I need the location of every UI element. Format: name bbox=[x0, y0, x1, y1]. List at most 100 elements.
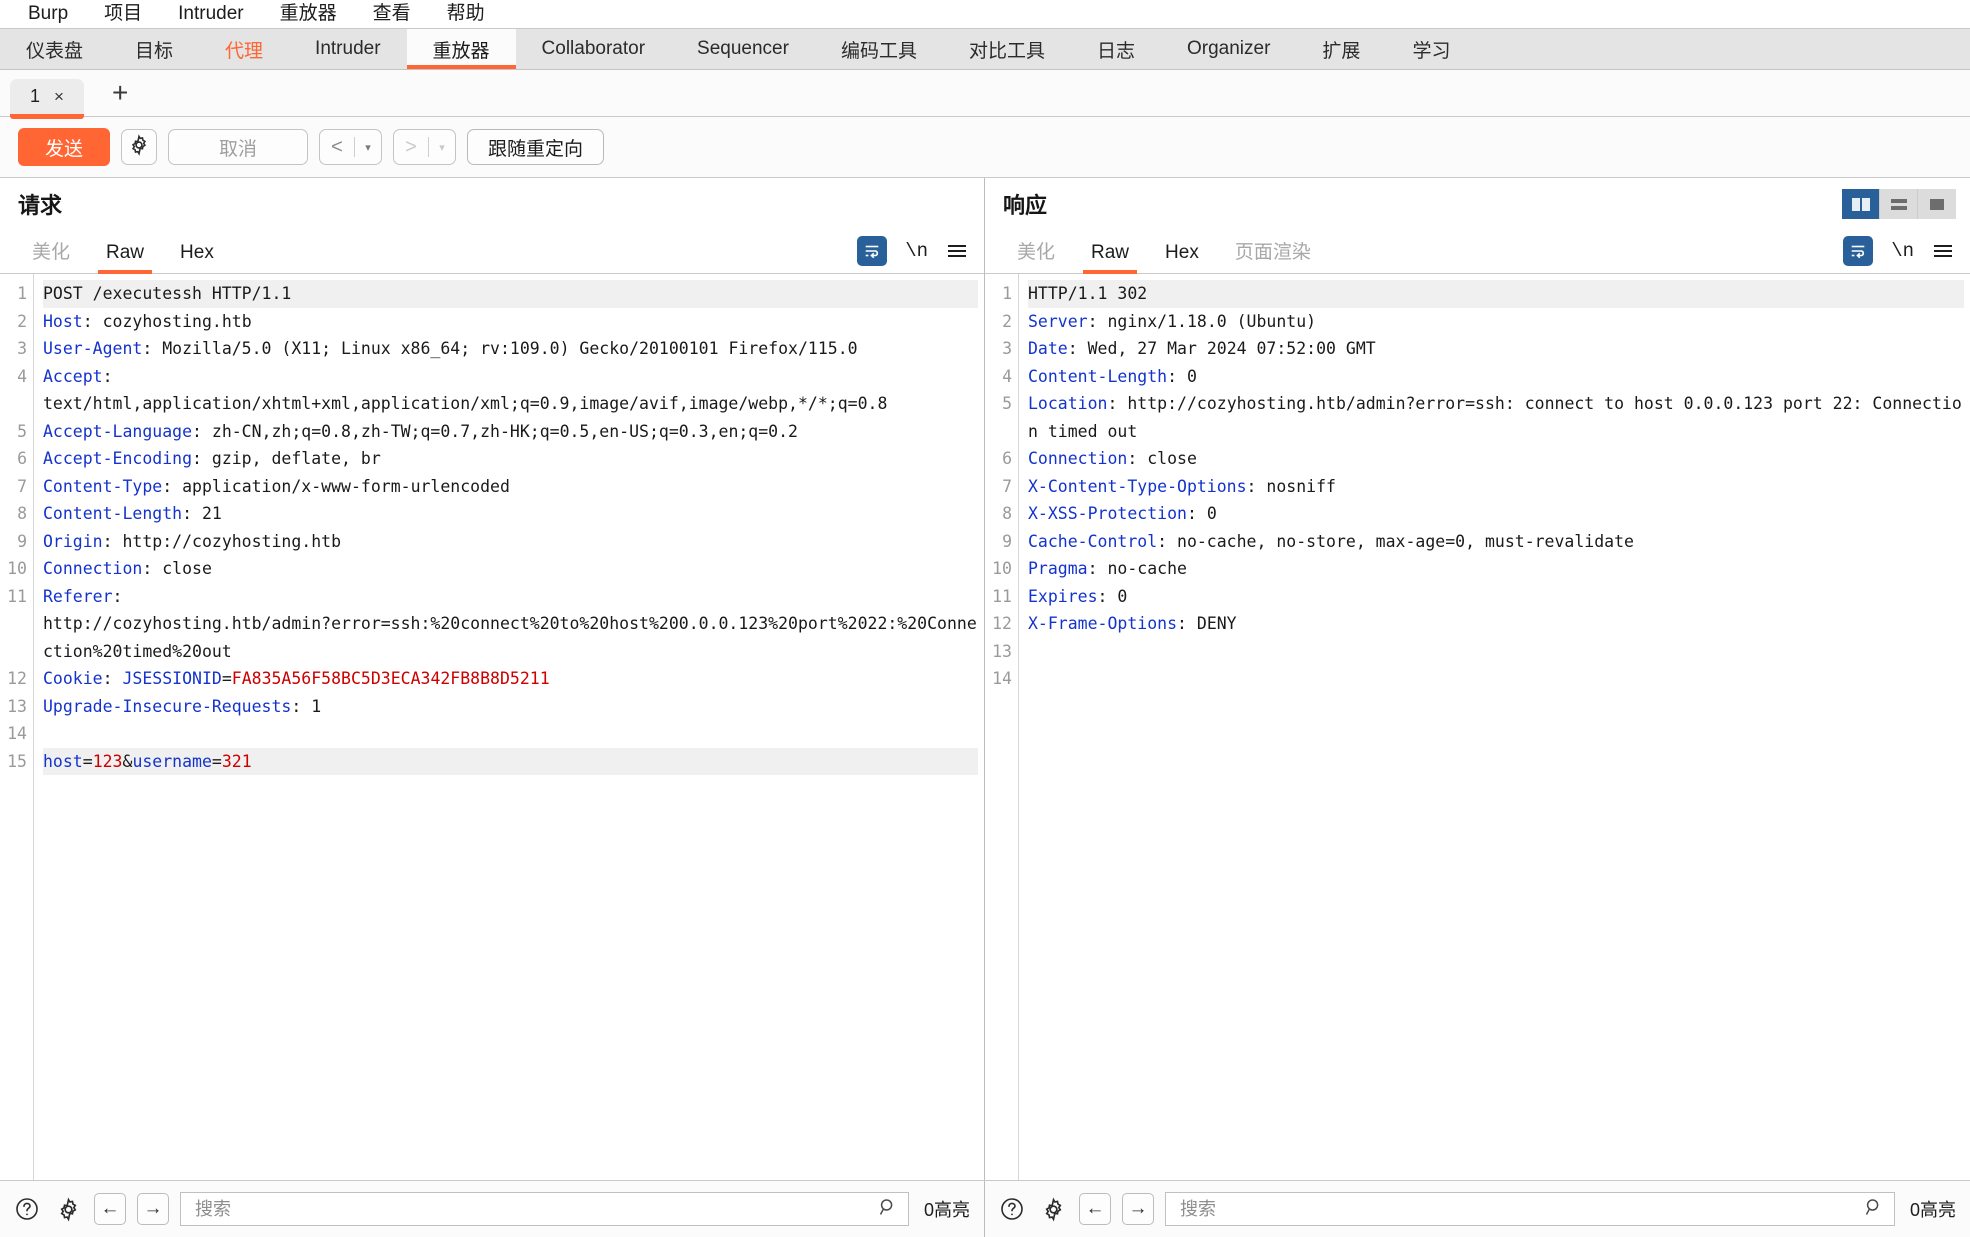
request-tab-Hex[interactable]: Hex bbox=[162, 242, 232, 273]
main-tab-编码工具[interactable]: 编码工具 bbox=[815, 29, 943, 69]
response-line-number: 1 bbox=[1002, 284, 1012, 303]
request-tab-美化[interactable]: 美化 bbox=[14, 237, 88, 273]
word-wrap-icon[interactable] bbox=[857, 236, 888, 266]
response-tab-美化[interactable]: 美化 bbox=[999, 237, 1073, 273]
chevron-right-icon: > bbox=[405, 135, 417, 158]
response-line-number: 13 bbox=[992, 641, 1012, 661]
request-tab-tools: \n bbox=[857, 236, 984, 273]
repeater-tab-strip: 1 × + bbox=[0, 70, 1970, 119]
single-view-button[interactable] bbox=[1918, 189, 1956, 219]
request-pane: 请求 美化 Raw Hex \n 1 2 3 4 5 6 7 8 9 10 11… bbox=[0, 178, 985, 1180]
request-body-text[interactable]: POST /executessh HTTP/1.1 Host: cozyhosti… bbox=[34, 274, 984, 1180]
main-tab-Collaborator[interactable]: Collaborator bbox=[516, 29, 672, 69]
help-icon[interactable] bbox=[997, 1194, 1027, 1224]
main-tab-扩展[interactable]: 扩展 bbox=[1296, 29, 1386, 69]
menu-item-2[interactable]: Intruder bbox=[160, 0, 261, 28]
main-tab-学习[interactable]: 学习 bbox=[1386, 29, 1476, 69]
main-tab-Intruder[interactable]: Intruder bbox=[289, 29, 406, 69]
menu-item-3[interactable]: 重放器 bbox=[262, 0, 355, 28]
history-back-button[interactable]: < ▾ bbox=[319, 129, 382, 165]
response-tab-页面渲染[interactable]: 页面渲染 bbox=[1217, 237, 1329, 273]
request-line-number: 12 bbox=[7, 669, 27, 688]
request-line: Content-Length: 21 bbox=[43, 500, 978, 528]
request-line: Referer: http://cozyhosting.htb/admin?er… bbox=[43, 583, 978, 666]
response-search-box[interactable] bbox=[1165, 1192, 1895, 1226]
request-token-hdr: Origin bbox=[43, 531, 103, 551]
cancel-button[interactable]: 取消 bbox=[168, 129, 308, 165]
response-line: X-Frame-Options: DENY bbox=[1028, 610, 1964, 638]
hamburger-menu-icon[interactable] bbox=[1932, 242, 1954, 260]
request-search-box[interactable] bbox=[180, 1192, 909, 1226]
close-icon[interactable]: × bbox=[54, 87, 64, 107]
chevron-down-icon[interactable]: ▾ bbox=[355, 141, 381, 154]
request-line bbox=[43, 720, 978, 748]
request-editor[interactable]: 1 2 3 4 5 6 7 8 9 10 11 12 13 14 15 POST /executessh H… bbox=[0, 274, 984, 1180]
main-tab-仪表盘[interactable]: 仪表盘 bbox=[0, 29, 109, 69]
response-tab-Hex[interactable]: Hex bbox=[1147, 242, 1217, 273]
response-token-val: : no-cache, no-store, max-age=0, must-re… bbox=[1157, 531, 1634, 551]
side-by-side-view-button[interactable] bbox=[1842, 189, 1880, 219]
response-token-val: : nginx/1.18.0 (Ubuntu) bbox=[1087, 311, 1317, 331]
word-wrap-icon[interactable] bbox=[1843, 236, 1874, 266]
request-tab-Raw[interactable]: Raw bbox=[88, 242, 162, 274]
response-line: X-Content-Type-Options: nosniff bbox=[1028, 473, 1964, 501]
help-icon[interactable] bbox=[12, 1194, 42, 1224]
response-body-text[interactable]: HTTP/1.1 302 Server: nginx/1.18.0 (Ubuntu… bbox=[1019, 274, 1970, 1180]
main-tab-代理[interactable]: 代理 bbox=[199, 29, 289, 69]
menu-item-4[interactable]: 查看 bbox=[355, 0, 429, 28]
request-token-val: : bbox=[102, 669, 123, 688]
response-line: HTTP/1.1 302 bbox=[1028, 280, 1964, 308]
request-title: 请求 bbox=[18, 193, 63, 218]
request-token-hdr: Accept bbox=[43, 366, 103, 386]
main-tab-目标[interactable]: 目标 bbox=[109, 29, 199, 69]
request-settings-button[interactable] bbox=[121, 129, 157, 165]
show-newlines-button[interactable]: \n bbox=[905, 240, 928, 262]
main-tab-对比工具[interactable]: 对比工具 bbox=[943, 29, 1071, 69]
main-tab-Sequencer[interactable]: Sequencer bbox=[671, 29, 815, 69]
request-line-number: 10 bbox=[7, 559, 27, 578]
response-token-hdr: Expires bbox=[1028, 586, 1098, 606]
chevron-down-icon[interactable]: ▾ bbox=[429, 141, 455, 154]
repeater-tab-1[interactable]: 1 × bbox=[10, 78, 84, 119]
request-line: Cookie: JSESSIONID=FA835A56F58BC5D3ECA34… bbox=[43, 665, 978, 693]
stacked-view-button[interactable] bbox=[1880, 189, 1918, 219]
menu-item-1[interactable]: 项目 bbox=[86, 0, 160, 28]
response-editor[interactable]: 1 2 3 4 5 6 7 8 9 10 11 12 13 14 HTTP/1.1 302 Server: … bbox=[985, 274, 1970, 1180]
arrow-right-icon[interactable]: → bbox=[1122, 1193, 1154, 1225]
response-line bbox=[1028, 638, 1964, 666]
main-tab-Organizer[interactable]: Organizer bbox=[1161, 29, 1296, 69]
magnifier-icon[interactable] bbox=[878, 1197, 898, 1222]
response-token-val: : close bbox=[1127, 449, 1197, 468]
arrow-right-icon[interactable]: → bbox=[137, 1193, 169, 1225]
request-line-number: 11 bbox=[7, 586, 27, 606]
request-pane-header: 请求 bbox=[0, 178, 984, 230]
request-line: User-Agent: Mozilla/5.0 (X11; Linux x86_… bbox=[43, 335, 978, 363]
history-forward-button[interactable]: > ▾ bbox=[393, 129, 456, 165]
request-token-hdr: User-Agent bbox=[43, 339, 143, 358]
add-repeater-tab-button[interactable]: + bbox=[102, 79, 138, 107]
arrow-left-icon[interactable]: ← bbox=[1079, 1193, 1111, 1225]
show-newlines-button[interactable]: \n bbox=[1891, 240, 1914, 262]
menu-item-5[interactable]: 帮助 bbox=[429, 0, 503, 28]
gear-icon[interactable] bbox=[1038, 1194, 1068, 1224]
response-tab-Raw[interactable]: Raw bbox=[1073, 242, 1147, 274]
response-tab-tools: \n bbox=[1843, 236, 1970, 273]
request-token-hdr: Referer bbox=[43, 586, 113, 606]
response-line-number: 5 bbox=[1002, 394, 1012, 413]
response-line-numbers: 1 2 3 4 5 6 7 8 9 10 11 12 13 14 bbox=[985, 274, 1019, 1180]
hamburger-menu-icon[interactable] bbox=[946, 242, 968, 260]
request-line: Upgrade-Insecure-Requests: 1 bbox=[43, 693, 978, 721]
request-token-val: : text/html,application/xhtml+xml,applic… bbox=[43, 366, 888, 414]
main-tab-strip: 仪表盘 目标 代理 Intruder 重放器 Collaborator Sequencer 编… bbox=[0, 28, 1970, 70]
application-menu-bar: Burp 项目 Intruder 重放器 查看 帮助 bbox=[0, 0, 1970, 28]
magnifier-icon[interactable] bbox=[1864, 1197, 1884, 1222]
menu-item-0[interactable]: Burp bbox=[10, 0, 86, 28]
search-input[interactable] bbox=[193, 1197, 878, 1221]
send-button[interactable]: 发送 bbox=[18, 128, 110, 166]
follow-redirect-button[interactable]: 跟随重定向 bbox=[467, 129, 605, 165]
arrow-left-icon[interactable]: ← bbox=[94, 1193, 126, 1225]
gear-icon[interactable] bbox=[53, 1194, 83, 1224]
main-tab-重放器[interactable]: 重放器 bbox=[406, 29, 516, 69]
main-tab-日志[interactable]: 日志 bbox=[1071, 29, 1161, 69]
search-input[interactable] bbox=[1178, 1197, 1864, 1221]
